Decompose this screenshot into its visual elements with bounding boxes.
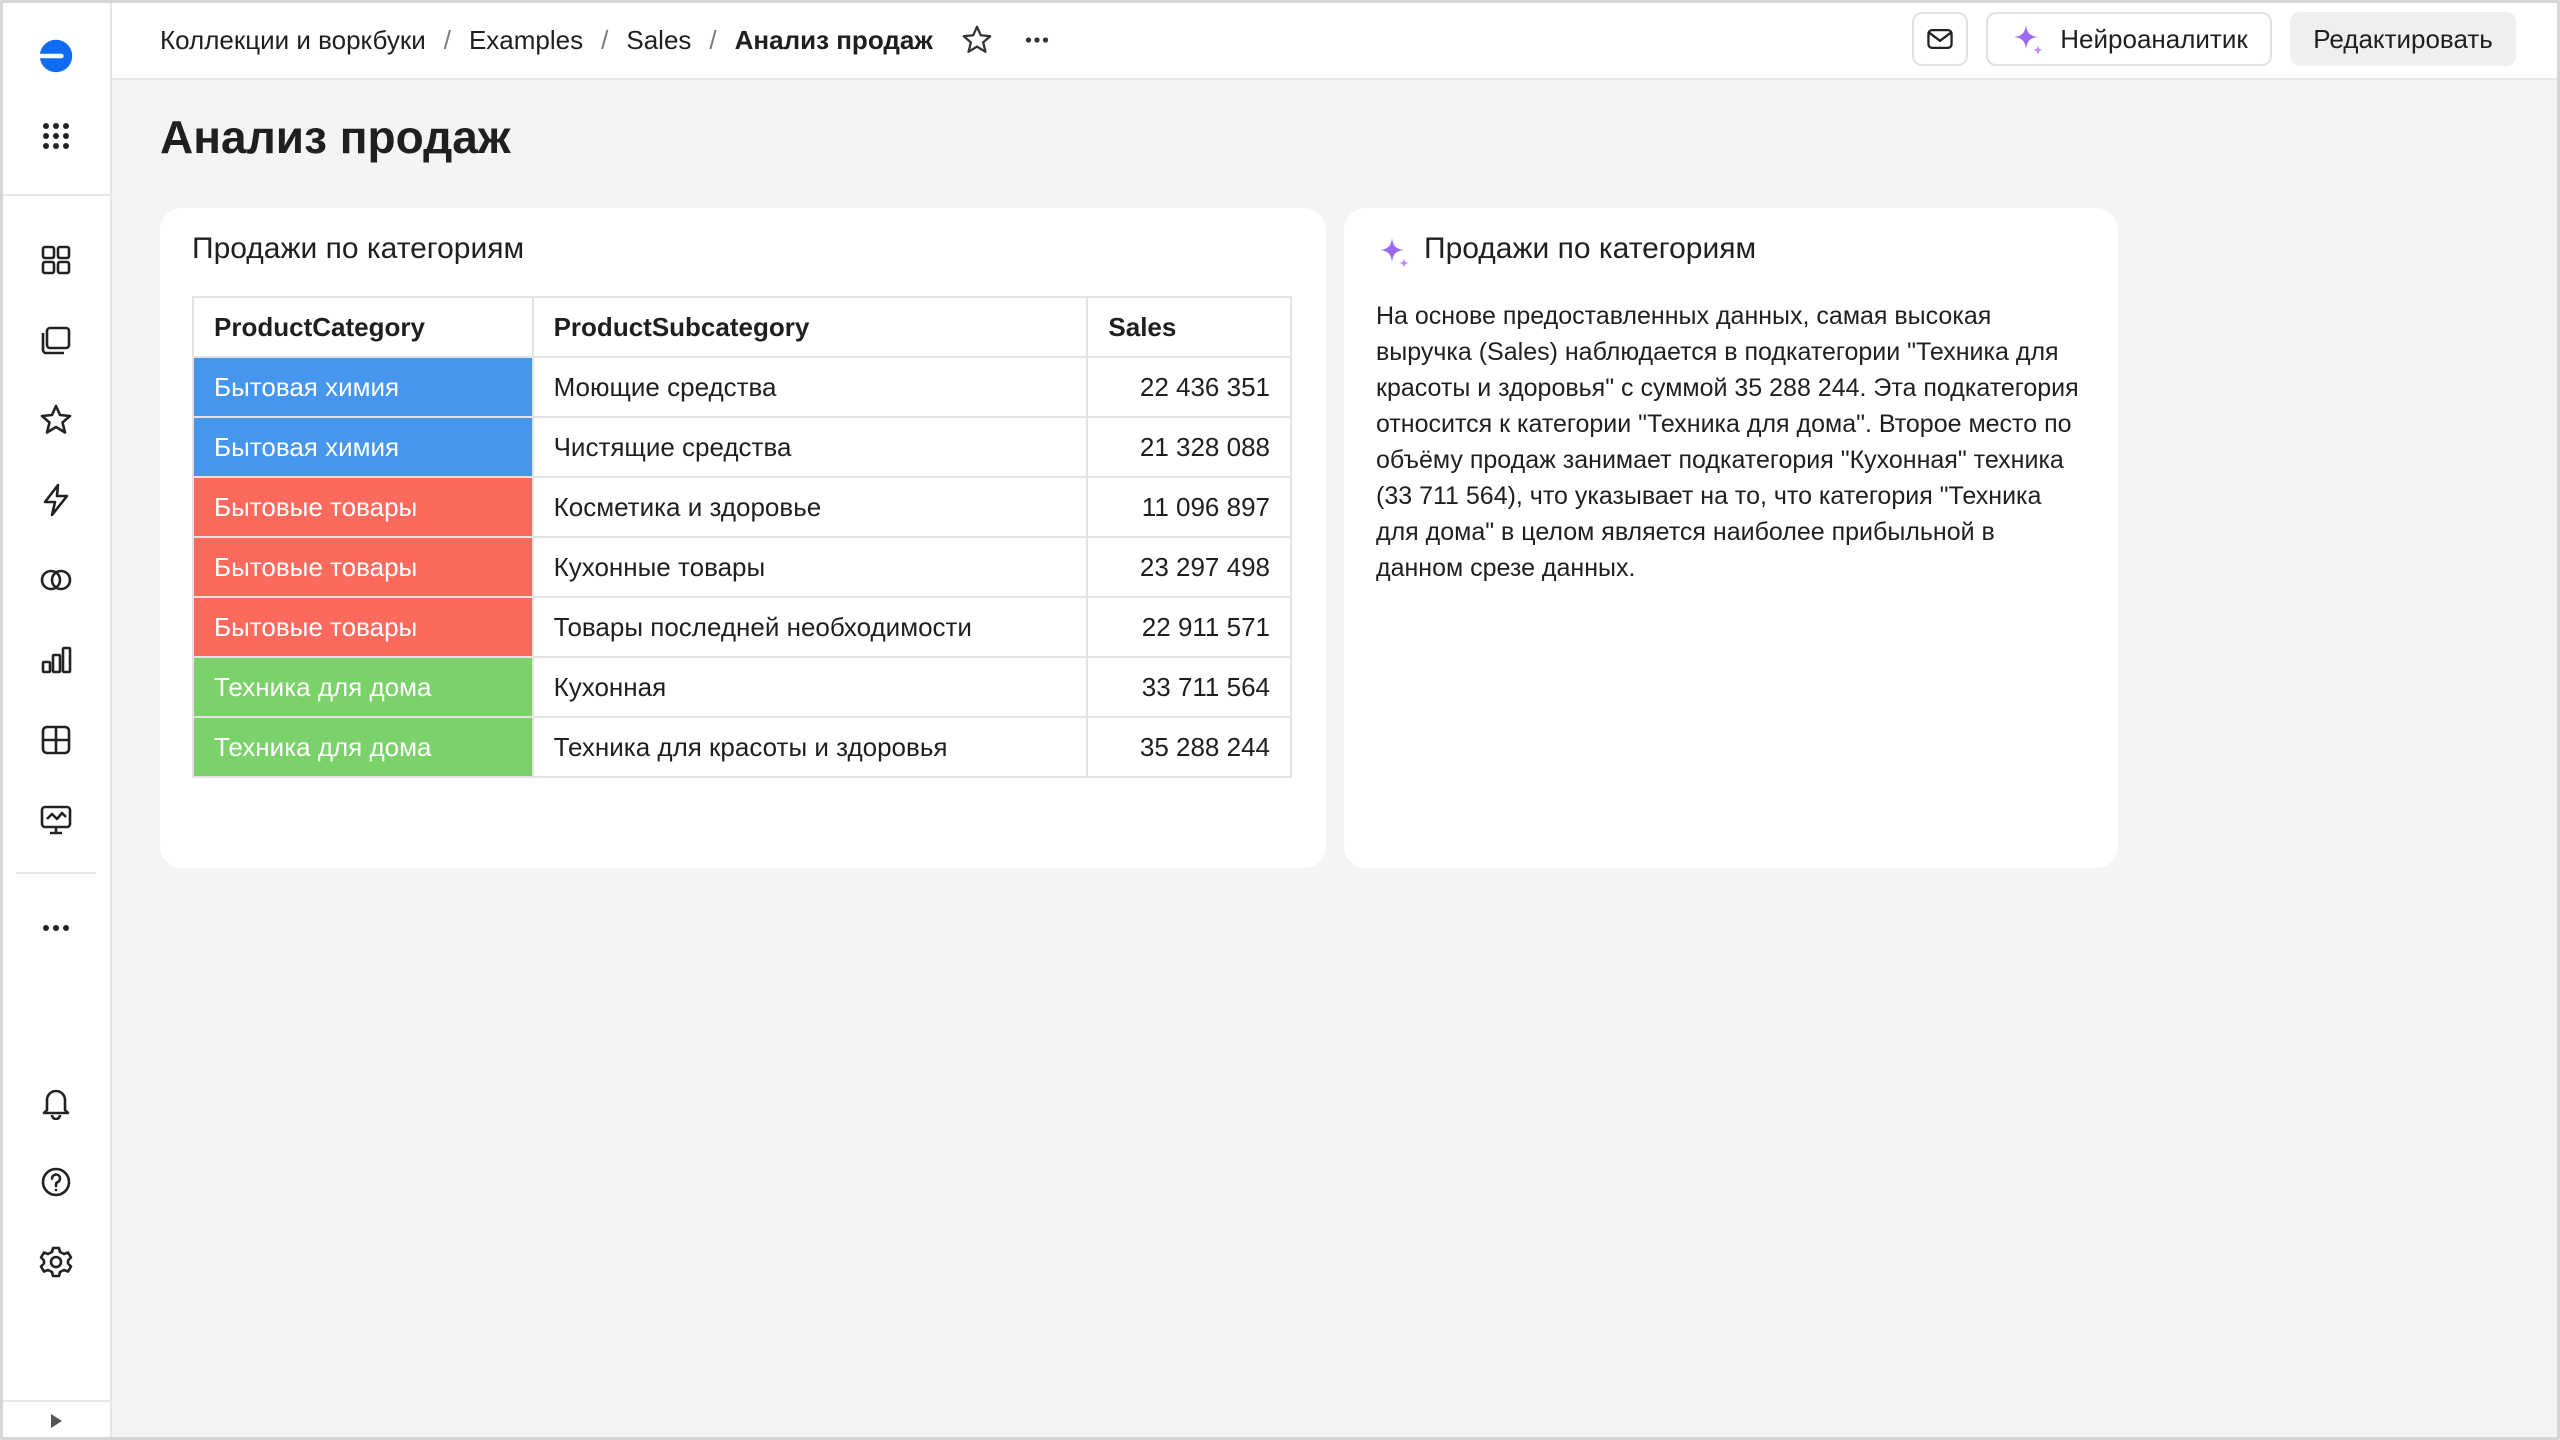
workbooks-icon[interactable] [28,312,84,368]
edit-button[interactable]: Редактировать [2290,12,2516,66]
sales-cell: 22 436 351 [1086,356,1292,418]
category-cell: Техника для дома [192,656,534,718]
column-header[interactable]: ProductSubcategory [531,296,1089,358]
breadcrumb-item-sales[interactable]: Sales [626,25,691,56]
charts-icon[interactable] [28,632,84,688]
apps-grid-icon[interactable] [28,108,84,164]
favorites-icon[interactable] [28,392,84,448]
breadcrumb: Коллекции и воркбуки / Examples / Sales … [160,0,1059,80]
table-row: Техника для дома Техника для красоты и зд… [192,716,1292,778]
category-cell: Техника для дома [192,716,534,778]
sales-cell: 35 288 244 [1086,716,1292,778]
category-cell: Бытовая химия [192,356,534,418]
sales-cell: 11 096 897 [1086,476,1292,538]
insight-text: На основе предоставленных данных, самая … [1376,302,2079,582]
subcategory-cell: Кухонные товары [531,536,1089,598]
edit-button-label: Редактировать [2313,23,2493,54]
logo-icon[interactable] [28,28,84,84]
breadcrumb-item-examples[interactable]: Examples [469,25,583,56]
sales-cell: 22 911 571 [1086,596,1292,658]
category-cell: Бытовые товары [192,596,534,658]
connections-icon[interactable] [28,552,84,608]
help-icon[interactable] [28,1154,84,1210]
breadcrumb-item-collections[interactable]: Коллекции и воркбуки [160,25,426,56]
table-row: Бытовые товары Товары последней необходим… [192,596,1292,658]
header: Коллекции и воркбуки / Examples / Sales … [112,0,2560,80]
sales-cell: 33 711 564 [1086,656,1292,718]
table-row: Бытовые товары Кухонные товары 23 297 498 [192,536,1292,598]
lightning-icon[interactable] [28,472,84,528]
breadcrumb-separator: / [601,24,609,55]
more-icon[interactable] [28,900,84,956]
reports-icon[interactable] [28,792,84,848]
table-widget: Продажи по категориям ProductCategory Pr… [160,208,1326,868]
more-icon[interactable] [1015,18,1059,62]
sidebar-divider [16,872,96,874]
neuroanalyst-button[interactable]: Нейроаналитик [1986,12,2272,66]
table-row: Бытовые товары Косметика и здоровье 11 096… [192,476,1292,538]
column-header[interactable]: ProductCategory [192,296,534,358]
notifications-icon[interactable] [28,1074,84,1130]
sidebar [0,0,112,1440]
category-cell: Бытовая химия [192,416,534,478]
dashboards-icon[interactable] [28,712,84,768]
table-header-row: ProductCategory ProductSubcategory Sales [192,296,1292,358]
subcategory-cell: Техника для красоты и здоровья [531,716,1089,778]
sparkle-icon [2014,25,2044,55]
table-row: Техника для дома Кухонная 33 711 564 [192,656,1292,718]
category-cell: Бытовые товары [192,536,534,598]
sidebar-divider [0,194,112,196]
subcategory-cell: Товары последней необходимости [531,596,1089,658]
sales-cell: 23 297 498 [1086,536,1292,598]
subcategory-cell: Косметика и здоровье [531,476,1089,538]
column-header[interactable]: Sales [1086,296,1292,358]
collections-icon[interactable] [28,232,84,288]
neuroanalyst-button-label: Нейроаналитик [2060,23,2248,54]
table-row: Бытовая химия Чистящие средства 21 328 088 [192,416,1292,478]
breadcrumb-item-current: Анализ продаж [734,24,933,55]
collapse-icon [51,1414,62,1428]
subcategory-cell: Кухонная [531,656,1089,718]
star-icon[interactable] [955,18,999,62]
insight-widget-title: Продажи по категориям [1424,232,1757,265]
insight-widget: Продажи по категориям На основе предоста… [1344,208,2118,868]
sidebar-collapse-button[interactable] [0,1400,112,1440]
breadcrumb-separator: / [443,24,451,55]
subscribe-button[interactable] [1912,12,1968,66]
sparkle-icon [1380,238,1409,268]
breadcrumb-separator: / [709,24,717,55]
sales-cell: 21 328 088 [1086,416,1292,478]
table-widget-title: Продажи по категориям [192,232,525,265]
table-row: Бытовая химия Моющие средства 22 436 351 [192,356,1292,418]
mail-icon [1927,28,1953,50]
sales-table: ProductCategory ProductSubcategory Sales… [192,296,1292,778]
category-cell: Бытовые товары [192,476,534,538]
page-title: Анализ продаж [160,111,511,163]
subcategory-cell: Чистящие средства [531,416,1089,478]
subcategory-cell: Моющие средства [531,356,1089,418]
settings-icon[interactable] [28,1234,84,1290]
